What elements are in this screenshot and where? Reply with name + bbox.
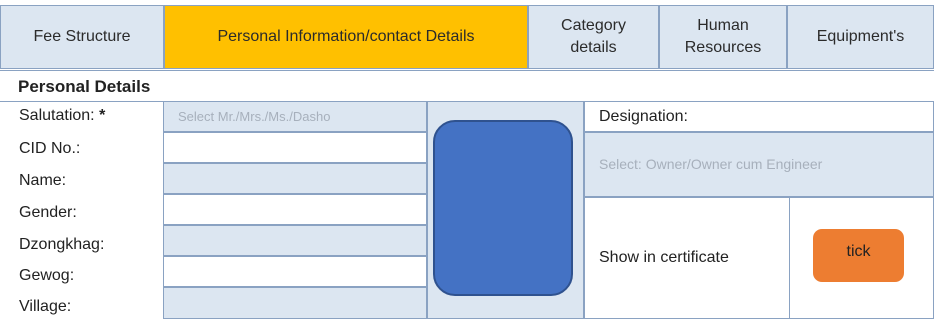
tab-label: Human Resources <box>684 17 762 56</box>
tab-bar: Fee Structure Personal Information/conta… <box>0 0 934 70</box>
salutation-placeholder: Select Mr./Mrs./Ms./Dasho <box>178 109 331 124</box>
section-title: Personal Details <box>0 70 934 102</box>
tab-fee-structure[interactable]: Fee Structure <box>0 5 164 69</box>
designation-placeholder: Select: Owner/Owner cum Engineer <box>599 156 823 172</box>
designation-select[interactable]: Select: Owner/Owner cum Engineer <box>584 132 934 197</box>
cid-field[interactable] <box>163 132 427 163</box>
tab-personal-information[interactable]: Personal Information/contact Details <box>164 5 528 69</box>
village-label: Village: <box>19 298 72 315</box>
salutation-label-text: Salutation: <box>19 107 95 124</box>
gewog-label: Gewog: <box>19 267 75 284</box>
required-mark: * <box>99 107 106 124</box>
name-label: Name: <box>19 172 67 189</box>
name-field[interactable] <box>163 163 427 194</box>
village-field[interactable] <box>163 287 427 319</box>
gewog-field[interactable] <box>163 256 427 287</box>
salutation-label: Salutation: * <box>19 107 105 125</box>
show-in-certificate-cell: Show in certificate <box>584 197 790 319</box>
gender-field[interactable] <box>163 194 427 225</box>
salutation-select[interactable]: Select Mr./Mrs./Ms./Dasho <box>163 101 427 132</box>
tick-button[interactable]: tick <box>813 229 904 282</box>
tab-label: Equipment's <box>816 28 905 45</box>
dzongkhag-label: Dzongkhag: <box>19 236 105 253</box>
tab-equipments[interactable]: Equipment's <box>787 5 934 69</box>
tab-label: Personal Information/contact Details <box>217 28 475 45</box>
designation-label: Designation: <box>584 101 934 132</box>
tick-button-label: tick <box>846 243 871 260</box>
tab-human-resources[interactable]: Human Resources <box>659 5 787 69</box>
tab-label: Fee Structure <box>33 28 131 45</box>
cid-label: CID No.: <box>19 140 81 157</box>
gender-label: Gender: <box>19 204 77 221</box>
tab-label: Category details <box>561 17 626 56</box>
photo-placeholder[interactable] <box>433 120 573 296</box>
dzongkhag-field[interactable] <box>163 225 427 256</box>
tab-category-details[interactable]: Category details <box>528 5 659 69</box>
show-in-certificate-label: Show in certificate <box>599 249 729 266</box>
